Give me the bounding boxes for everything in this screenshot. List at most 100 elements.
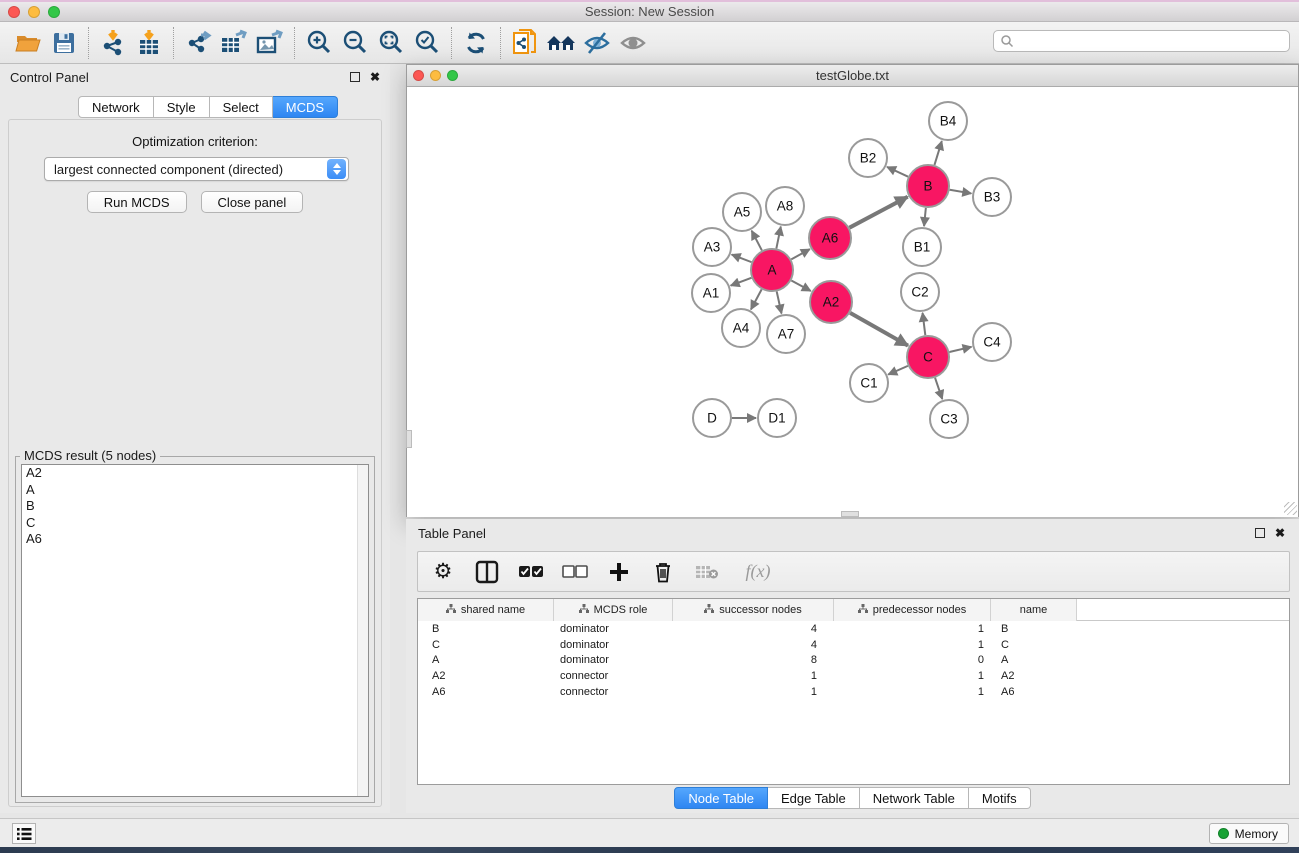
graph-node-A6[interactable]: A6 <box>809 217 851 259</box>
tab-mcds[interactable]: MCDS <box>273 96 338 118</box>
zoom-window-button[interactable] <box>48 6 60 18</box>
graph-node-B1[interactable]: B1 <box>903 228 941 266</box>
tab-select[interactable]: Select <box>210 96 273 118</box>
task-history-button[interactable] <box>12 823 36 844</box>
resize-grip[interactable] <box>1284 502 1297 515</box>
column-header-mcds-role[interactable]: MCDS role <box>554 599 673 621</box>
graph-node-C3[interactable]: C3 <box>930 400 968 438</box>
graph-edge-B-B4[interactable] <box>934 141 941 165</box>
memory-button[interactable]: Memory <box>1209 823 1289 844</box>
graph-edge-A2-C[interactable] <box>850 313 908 346</box>
mcds-result-list[interactable]: A2ABCA6 <box>21 464 369 797</box>
close-table-panel-icon[interactable]: ✖ <box>1275 528 1285 538</box>
bottom-splitter-handle[interactable] <box>841 511 859 517</box>
tab-motifs[interactable]: Motifs <box>969 787 1031 809</box>
search-input[interactable] <box>1014 32 1289 50</box>
graph-node-B[interactable]: B <box>907 165 949 207</box>
graph-node-A2[interactable]: A2 <box>810 281 852 323</box>
tab-style[interactable]: Style <box>154 96 210 118</box>
gear-icon[interactable]: ⚙ <box>430 559 456 585</box>
graph-edge-C-C1[interactable] <box>888 366 908 375</box>
graph-node-B2[interactable]: B2 <box>849 139 887 177</box>
table-row[interactable]: A2connector11A2 <box>418 668 1289 684</box>
network-canvas[interactable]: B4B2BB3B1A5A8A6A3AA1A4A7A2C2C4CC1C3DD1 <box>407 87 1298 517</box>
graph-edge-B-B3[interactable] <box>950 190 972 194</box>
graph-node-A8[interactable]: A8 <box>766 187 804 225</box>
table-row[interactable]: Cdominator41C <box>418 637 1289 653</box>
float-panel-icon[interactable] <box>350 72 360 82</box>
graph-node-B3[interactable]: B3 <box>973 178 1011 216</box>
graph-node-A[interactable]: A <box>751 249 793 291</box>
graph-edge-B-B2[interactable] <box>887 167 908 177</box>
graph-node-C2[interactable]: C2 <box>901 273 939 311</box>
graph-node-C[interactable]: C <box>907 336 949 378</box>
graph-edge-B-B1[interactable] <box>924 208 926 226</box>
column-browser-icon[interactable] <box>474 559 500 585</box>
tab-network[interactable]: Network <box>78 96 154 118</box>
open-session-icon[interactable] <box>10 26 46 60</box>
close-panel-button[interactable]: Close panel <box>201 191 304 213</box>
graph-node-B4[interactable]: B4 <box>929 102 967 140</box>
import-network-icon[interactable] <box>95 26 131 60</box>
export-network-icon[interactable] <box>180 26 216 60</box>
graph-node-C4[interactable]: C4 <box>973 323 1011 361</box>
result-item[interactable]: A <box>22 482 368 499</box>
select-all-icon[interactable] <box>518 559 544 585</box>
graph-node-D1[interactable]: D1 <box>758 399 796 437</box>
graph-edge-A-A7[interactable] <box>777 291 782 313</box>
export-table-icon[interactable] <box>216 26 252 60</box>
run-mcds-button[interactable]: Run MCDS <box>87 191 187 213</box>
network-window-titlebar[interactable]: testGlobe.txt <box>407 65 1298 87</box>
tab-edge-table[interactable]: Edge Table <box>768 787 860 809</box>
network-close-button[interactable] <box>413 70 424 81</box>
result-item[interactable]: A2 <box>22 465 368 482</box>
home-icon[interactable] <box>543 26 579 60</box>
zoom-out-icon[interactable] <box>337 26 373 60</box>
result-scrollbar[interactable] <box>357 465 368 796</box>
tab-node-table[interactable]: Node Table <box>674 787 768 809</box>
column-header-successor-nodes[interactable]: successor nodes <box>673 599 834 621</box>
float-table-panel-icon[interactable] <box>1255 528 1265 538</box>
table-row[interactable]: A6connector11A6 <box>418 684 1289 700</box>
criterion-dropdown[interactable]: largest connected component (directed) <box>44 157 349 181</box>
zoom-fit-icon[interactable] <box>373 26 409 60</box>
graph-edge-A-A4[interactable] <box>751 289 762 309</box>
close-panel-icon[interactable]: ✖ <box>370 72 380 82</box>
deselect-all-icon[interactable] <box>562 559 588 585</box>
import-table-icon[interactable] <box>131 26 167 60</box>
graph-edge-A-A2[interactable] <box>791 280 810 291</box>
graph-edge-A-A8[interactable] <box>776 227 780 249</box>
column-header-predecessor-nodes[interactable]: predecessor nodes <box>834 599 991 621</box>
table-row[interactable]: Bdominator41B <box>418 621 1289 637</box>
left-splitter-handle[interactable] <box>406 430 412 448</box>
refresh-icon[interactable] <box>458 26 494 60</box>
export-image-icon[interactable] <box>252 26 288 60</box>
result-item[interactable]: C <box>22 515 368 532</box>
add-column-icon[interactable] <box>606 559 632 585</box>
minimize-window-button[interactable] <box>28 6 40 18</box>
graph-edge-A-A1[interactable] <box>731 278 752 286</box>
graph-node-A5[interactable]: A5 <box>723 193 761 231</box>
delete-column-icon[interactable] <box>650 559 676 585</box>
graph-node-C1[interactable]: C1 <box>850 364 888 402</box>
column-header-name[interactable]: name <box>991 599 1077 621</box>
graph-node-A1[interactable]: A1 <box>692 274 730 312</box>
graph-node-D[interactable]: D <box>693 399 731 437</box>
result-item[interactable]: B <box>22 498 368 515</box>
table-row[interactable]: Adominator80A <box>418 652 1289 668</box>
zoom-in-icon[interactable] <box>301 26 337 60</box>
graph-edge-C-C3[interactable] <box>935 378 942 399</box>
graph-edge-C-C4[interactable] <box>949 347 971 352</box>
graph-edge-A-A6[interactable] <box>791 249 810 259</box>
network-minimize-button[interactable] <box>430 70 441 81</box>
network-zoom-button[interactable] <box>447 70 458 81</box>
save-session-icon[interactable] <box>46 26 82 60</box>
graph-edge-C-C2[interactable] <box>923 313 926 335</box>
column-header-shared-name[interactable]: shared name <box>418 599 554 621</box>
graph-node-A3[interactable]: A3 <box>693 228 731 266</box>
result-item[interactable]: A6 <box>22 531 368 548</box>
graph-edge-A6-B[interactable] <box>849 197 907 228</box>
network-clone-icon[interactable] <box>507 26 543 60</box>
graph-node-A7[interactable]: A7 <box>767 315 805 353</box>
tab-network-table[interactable]: Network Table <box>860 787 969 809</box>
